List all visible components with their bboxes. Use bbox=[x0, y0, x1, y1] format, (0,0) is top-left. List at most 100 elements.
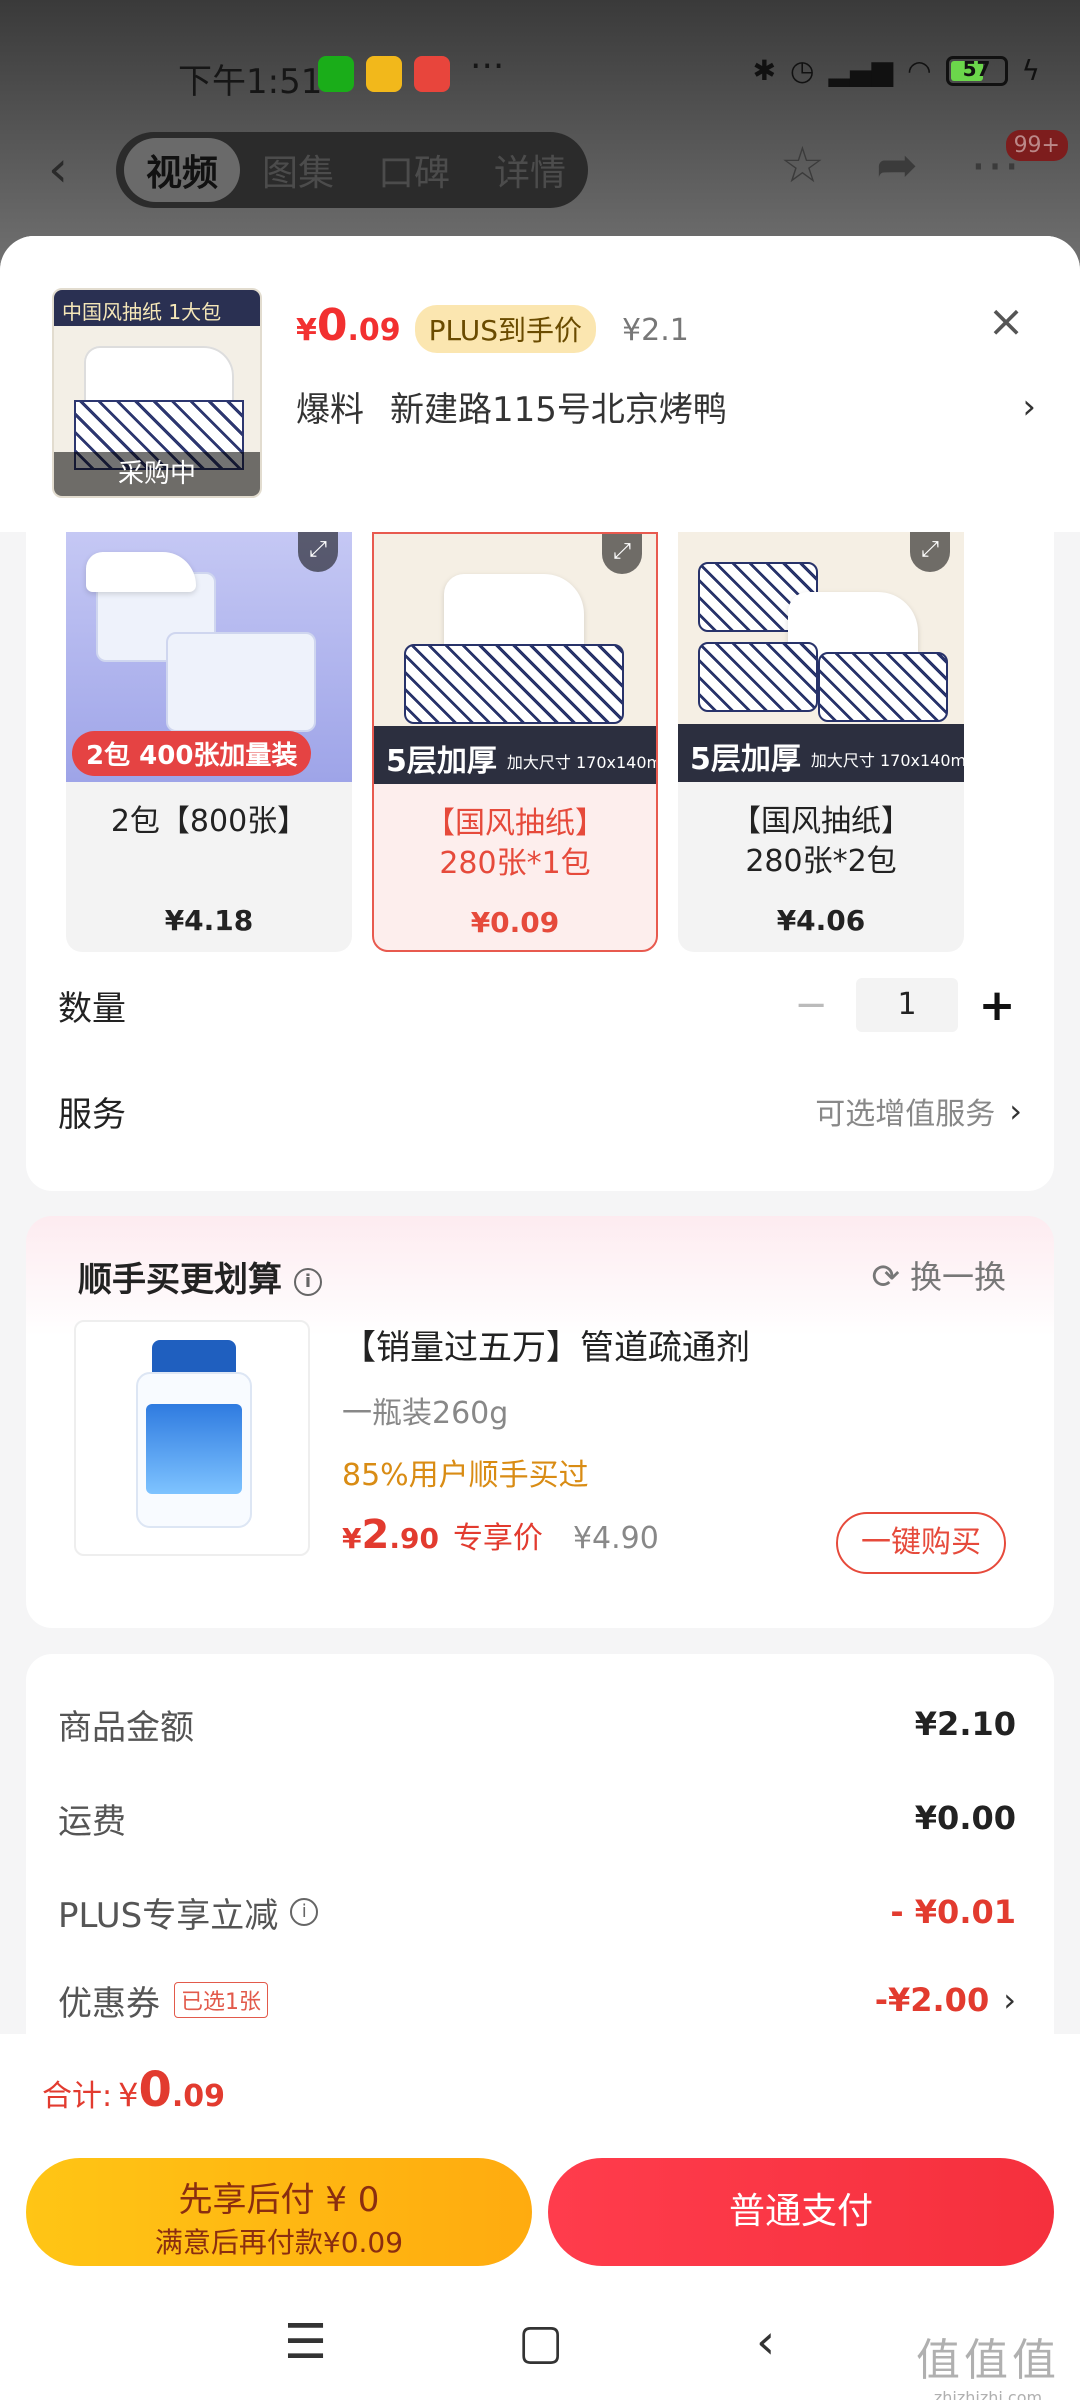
upsell-spec: 一瓶装260g bbox=[342, 1396, 509, 1431]
product-thumbnail[interactable]: 中国风抽纸 1大包 采购中 bbox=[52, 288, 262, 498]
weibo-icon bbox=[366, 56, 402, 92]
service-value: 可选增值服务 bbox=[815, 1097, 996, 1132]
expand-icon[interactable]: ⤢ bbox=[298, 532, 338, 572]
battery-icon: 57 bbox=[945, 55, 1008, 86]
variant-option[interactable]: 5层加厚加大尺寸 170x140mm ⤢ 【国风抽纸】280张*2包 ¥4.06 bbox=[678, 532, 964, 952]
tab-video[interactable]: 视频 bbox=[124, 138, 240, 202]
variant-name: 【国风抽纸】 280张*2包 bbox=[731, 804, 911, 879]
upsell-price: ¥2.90 bbox=[342, 1512, 439, 1558]
summary-shipping-row: 运费 ¥0.00 bbox=[58, 1788, 1016, 1848]
address-label: 爆料 bbox=[296, 390, 364, 430]
coupon-label: 优惠券 bbox=[58, 1983, 160, 2024]
normal-pay-button[interactable]: 普通支付 bbox=[548, 2158, 1054, 2266]
watermark: 值值值 zhizhizhi.com bbox=[916, 2335, 1060, 2400]
favorite-star-icon[interactable]: ☆ bbox=[780, 136, 825, 194]
total-label: 合计: bbox=[42, 2079, 113, 2114]
wechat-icon bbox=[318, 56, 354, 92]
charging-icon: ϟ bbox=[1021, 54, 1040, 87]
shipping-label: 运费 bbox=[58, 1801, 126, 1842]
one-click-buy-button[interactable]: 一键购买 bbox=[836, 1512, 1006, 1574]
refresh-button[interactable]: ⟳ 换一换 bbox=[871, 1252, 1006, 1298]
tab-details[interactable]: 详情 bbox=[472, 138, 588, 202]
summary-goods-row: 商品金额 ¥2.10 bbox=[58, 1694, 1016, 1754]
pay-later-button[interactable]: 先享后付 ¥ 0 满意后再付款¥0.09 bbox=[26, 2158, 532, 2266]
tab-gallery[interactable]: 图集 bbox=[240, 138, 356, 202]
expand-icon[interactable]: ⤢ bbox=[602, 534, 642, 574]
refresh-icon: ⟳ bbox=[871, 1257, 900, 1297]
goods-label: 商品金额 bbox=[58, 1707, 194, 1748]
order-total: 合计: ¥0.09 bbox=[42, 2062, 226, 2118]
variant-option-selected[interactable]: 5层加厚加大尺寸 170x140mm ⤢ 【国风抽纸】280张*1包 ¥0.09 bbox=[372, 532, 658, 952]
upsell-note: 85%用户顺手买过 bbox=[342, 1458, 589, 1493]
upsell-price-tag: 专享价 bbox=[452, 1521, 543, 1556]
layer-bar: 5层加厚加大尺寸 170x140mm bbox=[374, 726, 656, 784]
summary-coupon-row[interactable]: 优惠券 已选1张 -¥2.00 › bbox=[58, 1970, 1016, 2030]
system-nav-bar: ☰ ▢ ‹ 值值值 zhizhizhi.com bbox=[0, 2304, 1080, 2400]
plus-price-tag: PLUS到手价 bbox=[414, 305, 597, 353]
goods-value: ¥2.10 bbox=[914, 1705, 1016, 1743]
bluetooth-icon: ✱ bbox=[752, 54, 777, 87]
coupon-value: -¥2.00 bbox=[874, 1981, 990, 2019]
more-notifications-icon: ··· bbox=[470, 46, 505, 87]
alarm-icon: ◷ bbox=[790, 54, 815, 87]
variant-list: 2包 400张加量装 ⤢ 2包【800张】 ¥4.18 5层加厚 加大尺寸 170… bbox=[66, 532, 1006, 962]
address-text: 新建路115号北京烤鸭 bbox=[390, 390, 727, 430]
variant-name: 【国风抽纸】 280张*1包 bbox=[425, 806, 605, 881]
variant-badge: 2包 400张加量装 bbox=[72, 731, 312, 776]
variant-image: 2包 400张加量装 ⤢ bbox=[66, 532, 352, 782]
upsell-card: 顺手买更划算 i ⟳ 换一换 【销量过五万】管道疏通剂 一瓶装260g 85%用户顺… bbox=[26, 1216, 1054, 1628]
menu-icon[interactable]: ☰ bbox=[284, 2314, 327, 2370]
quantity-input[interactable]: 1 bbox=[856, 978, 958, 1032]
plus-discount-label: PLUS专享立减 bbox=[58, 1895, 279, 1936]
upsell-product-image[interactable] bbox=[74, 1320, 310, 1556]
message-badge: 99+ bbox=[1005, 130, 1068, 161]
variant-price: ¥4.18 bbox=[164, 904, 254, 937]
variant-option[interactable]: 2包 400张加量装 ⤢ 2包【800张】 ¥4.18 bbox=[66, 532, 352, 952]
layer-bar: 5层加厚加大尺寸 170x140mm bbox=[678, 724, 964, 782]
original-price: ¥2.1 bbox=[622, 313, 689, 348]
address-row[interactable]: 爆料 新建路115号北京烤鸭 › bbox=[296, 382, 1036, 431]
upsell-title: 顺手买更划算 i bbox=[78, 1252, 322, 1301]
coupon-tag: 已选1张 bbox=[174, 1982, 268, 2018]
home-icon[interactable]: ▢ bbox=[518, 2314, 563, 2370]
smzdm-icon bbox=[414, 56, 450, 92]
battery-level: 57 bbox=[962, 56, 991, 81]
quantity-label: 数量 bbox=[58, 988, 126, 1029]
share-icon[interactable]: ➦ bbox=[876, 136, 918, 194]
thumb-status: 采购中 bbox=[54, 452, 260, 496]
wifi-icon: ◠ bbox=[907, 54, 932, 87]
quantity-minus-button[interactable]: − bbox=[786, 982, 836, 1028]
thumb-banner: 中国风抽纸 1大包 bbox=[54, 290, 260, 326]
status-bar: 下午1:51 ··· ✱ ◷ ▂▄▆ ◠ 57 ϟ bbox=[0, 40, 1080, 110]
close-icon[interactable]: × bbox=[976, 292, 1036, 352]
top-nav: ‹ 视频 图集 口碑 详情 ☆ ➦ ⋯ 99+ bbox=[0, 126, 1080, 210]
current-price: ¥0.09 bbox=[296, 300, 401, 351]
price-row: ¥0.09 PLUS到手价 ¥2.1 bbox=[296, 300, 689, 353]
chevron-right-icon: › bbox=[1022, 386, 1036, 427]
variant-image: 5层加厚加大尺寸 170x140mm ⤢ bbox=[374, 534, 656, 784]
chevron-right-icon: › bbox=[1003, 1981, 1016, 2019]
status-icons: ✱ ◷ ▂▄▆ ◠ 57 ϟ bbox=[753, 54, 1040, 87]
signal-icon: ▂▄▆ bbox=[828, 54, 894, 87]
variant-price: ¥0.09 bbox=[470, 906, 560, 939]
info-icon[interactable]: i bbox=[290, 1898, 319, 1926]
expand-icon[interactable]: ⤢ bbox=[910, 532, 950, 572]
content-tabs: 视频 图集 口碑 详情 bbox=[116, 132, 588, 208]
shipping-value: ¥0.00 bbox=[914, 1799, 1016, 1837]
back-icon[interactable]: ‹ bbox=[48, 140, 68, 198]
chevron-right-icon: › bbox=[1009, 1092, 1022, 1130]
upsell-price-row: ¥2.90 专享价 ¥4.90 bbox=[342, 1512, 659, 1558]
selected-product-header: 中国风抽纸 1大包 采购中 ¥0.09 PLUS到手价 ¥2.1 × 爆料 新建… bbox=[0, 236, 1080, 532]
quantity-plus-button[interactable]: + bbox=[972, 980, 1022, 1031]
variant-price: ¥4.06 bbox=[776, 904, 866, 937]
back-nav-icon[interactable]: ‹ bbox=[756, 2314, 775, 2370]
variant-name: 2包【800张】 bbox=[110, 804, 308, 839]
plus-discount-value: - ¥0.01 bbox=[890, 1893, 1016, 1931]
status-time: 下午1:51 bbox=[178, 62, 323, 102]
info-icon[interactable]: i bbox=[294, 1267, 322, 1296]
service-row[interactable]: 服务 可选增值服务 › bbox=[58, 1076, 1022, 1146]
variant-image: 5层加厚加大尺寸 170x140mm ⤢ bbox=[678, 532, 964, 782]
service-label: 服务 bbox=[58, 1094, 126, 1135]
tab-reviews[interactable]: 口碑 bbox=[356, 138, 472, 202]
upsell-product-name[interactable]: 【销量过五万】管道疏通剂 bbox=[342, 1320, 750, 1369]
